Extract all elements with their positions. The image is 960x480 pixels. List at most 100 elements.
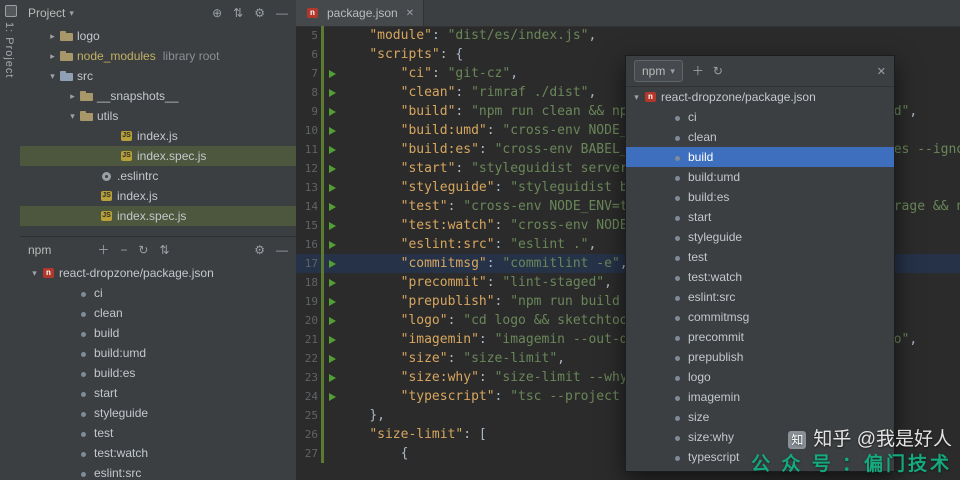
tree-collapse-icon[interactable]: ▾: [28, 268, 41, 279]
project-item[interactable]: ▾ utils: [20, 106, 296, 126]
npm-script-eslint:src[interactable]: eslint:src: [626, 287, 894, 307]
npm-script-logo[interactable]: logo: [626, 367, 894, 387]
run-script-icon[interactable]: [326, 64, 338, 83]
tree-collapse-icon[interactable]: ▾: [630, 92, 643, 103]
run-script-icon[interactable]: [326, 159, 338, 178]
line-number: 21: [304, 333, 318, 346]
vcs-change-marker: [321, 406, 324, 425]
npm-script-build[interactable]: build: [626, 147, 894, 167]
code-text: },: [369, 408, 385, 423]
project-item[interactable]: index.spec.js: [20, 146, 296, 166]
folder-src-icon: [59, 68, 75, 84]
npm-script-precommit[interactable]: precommit: [626, 327, 894, 347]
npm-script-ci[interactable]: ci: [20, 283, 296, 303]
run-script-icon[interactable]: [326, 311, 338, 330]
npm-script-test:watch[interactable]: test:watch: [20, 443, 296, 463]
run-script-icon[interactable]: [326, 235, 338, 254]
project-panel-title[interactable]: Project ▾: [28, 6, 74, 20]
vcs-change-marker: [321, 292, 324, 311]
npm-script-build:umd[interactable]: build:umd: [20, 343, 296, 363]
run-script-icon[interactable]: [326, 140, 338, 159]
project-item[interactable]: ▾ src: [20, 66, 296, 86]
locate-file-icon[interactable]: ⊕: [212, 7, 222, 19]
npm-script-size[interactable]: size: [626, 407, 894, 427]
vcs-change-marker: [321, 140, 324, 159]
npm-script-test[interactable]: test: [20, 423, 296, 443]
run-script-icon[interactable]: [326, 330, 338, 349]
run-script-icon[interactable]: [326, 197, 338, 216]
vcs-change-marker: [321, 64, 324, 83]
script-label: imagemin: [688, 390, 741, 404]
refresh-icon[interactable]: ↻: [138, 244, 148, 256]
npm-script-build:es[interactable]: build:es: [626, 187, 894, 207]
hide-panel-icon[interactable]: —: [276, 244, 288, 256]
plus-icon[interactable]: ＋: [692, 65, 704, 77]
npm-script-clean[interactable]: clean: [626, 127, 894, 147]
vcs-change-marker: [321, 26, 324, 45]
project-stripe-label[interactable]: 1: Project: [3, 22, 15, 78]
tree-collapse-icon[interactable]: ▾: [46, 71, 59, 82]
tree-expand-icon[interactable]: ▸: [66, 91, 79, 102]
code-text: "eslint:src": "eslint .",: [400, 237, 597, 252]
project-item[interactable]: ▸ __snapshots__: [20, 86, 296, 106]
gear-icon[interactable]: ⚙: [254, 244, 265, 256]
npm-script-ci[interactable]: ci: [626, 107, 894, 127]
npm-root-item[interactable]: ▾ react-dropzone/package.json: [20, 263, 296, 283]
sort-icon[interactable]: ⇅: [233, 7, 243, 19]
npm-script-build[interactable]: build: [20, 323, 296, 343]
npm-script-commitmsg[interactable]: commitmsg: [626, 307, 894, 327]
npm-script-test[interactable]: test: [626, 247, 894, 267]
folder-icon: [79, 88, 95, 104]
project-tool-window-icon[interactable]: [5, 5, 17, 17]
hide-panel-icon[interactable]: —: [276, 7, 288, 19]
run-script-icon[interactable]: [326, 83, 338, 102]
npm-root-item[interactable]: ▾ react-dropzone/package.json: [626, 87, 894, 107]
run-config-select[interactable]: npm ▾: [634, 60, 683, 82]
script-icon: [76, 325, 92, 341]
project-item[interactable]: index.js: [20, 186, 296, 206]
item-label: utils: [97, 109, 119, 123]
npm-script-test:watch[interactable]: test:watch: [626, 267, 894, 287]
refresh-icon[interactable]: ↻: [713, 65, 723, 77]
npm-script-styleguide[interactable]: styleguide: [20, 403, 296, 423]
project-item[interactable]: index.spec.js: [20, 206, 296, 226]
gear-icon[interactable]: ⚙: [254, 7, 265, 19]
run-script-icon[interactable]: [326, 102, 338, 121]
run-script-icon[interactable]: [326, 368, 338, 387]
npm-script-imagemin[interactable]: imagemin: [626, 387, 894, 407]
project-item[interactable]: ▸ logo: [20, 26, 296, 46]
tree-expand-icon[interactable]: ▸: [46, 31, 59, 42]
run-script-icon[interactable]: [326, 349, 338, 368]
npm-script-clean[interactable]: clean: [20, 303, 296, 323]
npm-script-styleguide[interactable]: styleguide: [626, 227, 894, 247]
tree-expand-icon[interactable]: ▸: [46, 51, 59, 62]
minus-icon[interactable]: −: [120, 244, 127, 256]
project-item[interactable]: .eslintrc: [20, 166, 296, 186]
run-script-icon[interactable]: [326, 216, 338, 235]
run-script-icon[interactable]: [326, 292, 338, 311]
npm-script-start[interactable]: start: [20, 383, 296, 403]
npm-script-start[interactable]: start: [626, 207, 894, 227]
plus-icon[interactable]: ＋: [97, 244, 109, 256]
sort-icon[interactable]: ⇅: [159, 244, 169, 256]
tree-collapse-icon[interactable]: ▾: [66, 111, 79, 122]
run-script-icon[interactable]: [326, 387, 338, 406]
tab-package-json[interactable]: package.json ✕: [296, 0, 425, 26]
project-item[interactable]: index.js: [20, 126, 296, 146]
editor-line-5[interactable]: 5 "module": "dist/es/index.js",: [296, 26, 960, 45]
npm-script-eslint:src[interactable]: eslint:src: [20, 463, 296, 480]
project-item[interactable]: ▸ node_modules library root: [20, 46, 296, 66]
script-label: commitmsg: [688, 310, 750, 324]
close-popup-icon[interactable]: ✕: [877, 65, 886, 78]
vcs-change-marker: [321, 235, 324, 254]
run-script-icon[interactable]: [326, 178, 338, 197]
chevron-down-icon: ▾: [670, 65, 675, 76]
npm-script-build:es[interactable]: build:es: [20, 363, 296, 383]
close-tab-icon[interactable]: ✕: [406, 8, 414, 19]
run-script-icon[interactable]: [326, 254, 338, 273]
run-script-icon[interactable]: [326, 273, 338, 292]
npm-script-build:umd[interactable]: build:umd: [626, 167, 894, 187]
code-text: "scripts": {: [369, 47, 464, 62]
run-script-icon[interactable]: [326, 121, 338, 140]
npm-script-prepublish[interactable]: prepublish: [626, 347, 894, 367]
